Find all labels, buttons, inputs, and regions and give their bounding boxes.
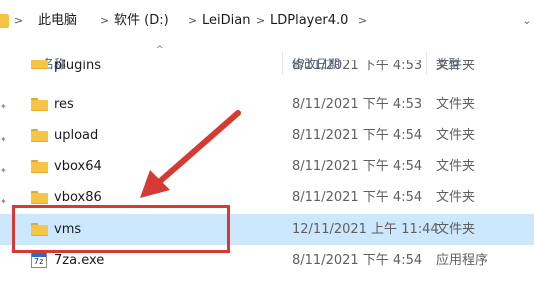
file-type: 应用程序 [436,253,489,268]
file-type: 文件夹 [436,60,476,73]
file-name: upload [54,128,99,143]
folder-icon [31,223,48,236]
folder-icon [31,129,48,142]
breadcrumb-leidian[interactable]: LeiDian [202,12,250,30]
file-name: res [54,97,74,112]
file-type: 文件夹 [436,190,476,205]
file-row-res[interactable]: res 8/11/2021 下午 4:53 文件夹 [0,89,534,120]
file-type: 文件夹 [436,128,476,143]
chevron-down-icon[interactable]: ⌄ [520,12,534,30]
file-type: 文件夹 [436,97,476,112]
file-row-vbox86[interactable]: vbox86 8/11/2021 下午 4:54 文件夹 [0,182,534,213]
file-date: 12/11/2021 上午 11:44 [292,222,439,237]
file-explorer-window: > 此电脑 > 软件 (D:) > LeiDian > LDPlayer4.0 … [0,0,534,281]
file-date: 8/11/2021 下午 4:54 [292,253,423,268]
file-name: 7za.exe [54,253,105,268]
file-date: 8/11/2021 下午 4:54 [292,159,423,174]
file-row-7za-exe[interactable]: 7z 7za.exe 8/11/2021 下午 4:54 应用程序 [0,245,534,276]
file-date: 8/11/2021 下午 4:53 [292,60,423,73]
breadcrumb-separator-icon[interactable]: > [358,12,367,30]
breadcrumb-drive-d[interactable]: 软件 (D:) [114,12,169,30]
folder-icon [31,191,48,204]
folder-icon [31,98,48,111]
breadcrumb-separator-icon[interactable]: > [188,12,197,30]
file-date: 8/11/2021 下午 4:53 [292,97,423,112]
breadcrumb-separator-icon[interactable]: > [14,12,23,30]
file-date: 8/11/2021 下午 4:54 [292,190,423,205]
folder-icon [31,160,48,173]
file-type: 文件夹 [436,159,476,174]
file-name: vms [54,222,82,237]
folder-icon [31,60,48,69]
application-icon: 7z [31,252,47,268]
file-row-vms[interactable]: vms 12/11/2021 上午 11:44 文件夹 [0,214,534,245]
breadcrumb-separator-icon[interactable]: > [100,12,109,30]
file-row-upload[interactable]: upload 8/11/2021 下午 4:54 文件夹 [0,120,534,151]
file-name: vbox64 [54,159,102,174]
file-row-vbox64[interactable]: vbox64 8/11/2021 下午 4:54 文件夹 [0,151,534,182]
breadcrumb-separator-icon[interactable]: > [256,12,265,30]
sort-ascending-icon: ^ [156,45,164,55]
file-row-plugins[interactable]: plugins 8/11/2021 下午 4:53 文件夹 [0,60,534,82]
file-type: 文件夹 [436,222,476,237]
breadcrumb-this-pc[interactable]: 此电脑 [38,12,77,30]
file-name: vbox86 [54,190,102,205]
folder-icon [0,14,9,28]
file-date: 8/11/2021 下午 4:54 [292,128,423,143]
address-bar[interactable]: > 此电脑 > 软件 (D:) > LeiDian > LDPlayer4.0 … [0,0,534,43]
breadcrumb-ldplayer[interactable]: LDPlayer4.0 [270,12,348,30]
file-name: plugins [54,60,101,73]
